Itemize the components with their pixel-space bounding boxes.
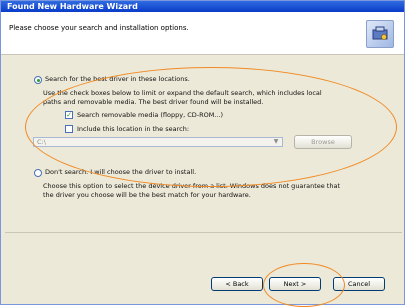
dont-search-description-2: the driver you choose will be the best m…	[43, 191, 251, 199]
chevron-down-icon[interactable]: ▼	[271, 138, 281, 146]
checkbox-include-location[interactable]	[65, 125, 73, 133]
title-bar: Found New Hardware Wizard	[1, 1, 404, 12]
back-button[interactable]: < Back	[211, 277, 263, 291]
next-button[interactable]: Next >	[269, 277, 321, 291]
dont-search-description-1: Choose this option to select the device …	[43, 182, 341, 190]
search-best-label: Search for the best driver in these loca…	[45, 75, 190, 83]
footer-divider	[5, 232, 402, 233]
checkbox-removable-media[interactable]: ✓	[65, 111, 73, 119]
cancel-button[interactable]: Cancel	[333, 277, 385, 291]
search-best-description-1: Use the check boxes below to limit or ex…	[43, 89, 322, 97]
search-best-description-2: paths and removable media. The best driv…	[43, 98, 264, 106]
wizard-header: Please choose your search and installati…	[1, 12, 404, 55]
browse-button-label: Browse	[311, 138, 335, 146]
include-location-label: Include this location in the search:	[77, 125, 190, 133]
location-path-combobox[interactable]: C:\ ▼	[33, 137, 283, 147]
window-title: Found New Hardware Wizard	[7, 2, 138, 11]
cancel-button-label: Cancel	[347, 280, 371, 288]
header-instruction: Please choose your search and installati…	[9, 24, 189, 32]
radio-dont-search[interactable]	[34, 169, 42, 177]
back-button-label: < Back	[225, 280, 249, 288]
hardware-wizard-icon	[366, 20, 394, 48]
next-button-label: Next >	[283, 280, 307, 288]
removable-media-label: Search removable media (floppy, CD-ROM..…	[77, 111, 224, 119]
dont-search-label: Don't search. I will choose the driver t…	[45, 168, 197, 176]
location-path-value: C:\	[37, 138, 46, 146]
browse-button[interactable]: Browse	[294, 135, 352, 149]
radio-search-best[interactable]	[34, 76, 42, 84]
wizard-window: Found New Hardware Wizard Please choose …	[0, 0, 405, 307]
